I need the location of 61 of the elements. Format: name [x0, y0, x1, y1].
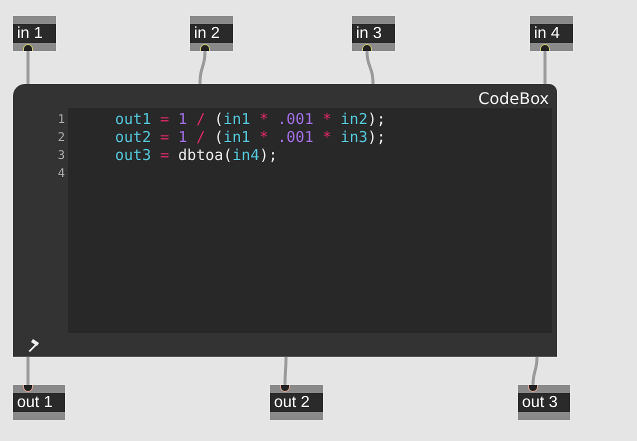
- line-number: 3: [58, 147, 66, 164]
- object-box[interactable]: out 3: [518, 385, 570, 420]
- object-box[interactable]: in 2: [190, 16, 233, 51]
- code-token: in1: [223, 110, 250, 128]
- code-token: *: [259, 128, 268, 146]
- code-token: in3: [340, 128, 368, 146]
- object-label: in 1: [13, 24, 56, 43]
- code-token: =: [160, 128, 170, 146]
- outlet-port[interactable]: [362, 44, 372, 51]
- object-box[interactable]: out 1: [13, 385, 65, 420]
- line-number: 4: [58, 165, 66, 182]
- object-label: out 2: [270, 393, 323, 412]
- object-label: in 4: [530, 24, 573, 43]
- code-token: =: [160, 146, 170, 164]
- line-number: 1: [58, 111, 66, 128]
- codebox-title: CodeBox: [478, 90, 549, 108]
- object-label: in 2: [190, 24, 233, 43]
- code-token: out1: [115, 110, 152, 128]
- code-token: in1: [223, 128, 250, 146]
- object-box[interactable]: in 1: [13, 16, 56, 51]
- code-token: *: [322, 128, 332, 146]
- code-token: /: [196, 110, 206, 128]
- outlet-port[interactable]: [23, 44, 33, 51]
- patch-cord[interactable]: [532, 356, 538, 386]
- code-token: *: [322, 110, 332, 128]
- object-label: in 3: [352, 24, 395, 43]
- inlet-port[interactable]: [23, 385, 33, 392]
- object-box[interactable]: out 2: [270, 385, 323, 420]
- code-token: out3: [115, 146, 152, 164]
- code-token: in2: [340, 110, 368, 128]
- patch-cord[interactable]: [198, 50, 206, 84]
- patch-cord[interactable]: [284, 356, 288, 386]
- patch-cord[interactable]: [366, 50, 374, 84]
- code-token: );: [368, 110, 386, 128]
- code-token: 1: [178, 110, 188, 128]
- patch-cord[interactable]: [26, 50, 30, 84]
- code-token: );: [259, 146, 278, 164]
- object-label: out 3: [518, 393, 570, 412]
- code-token: out2: [115, 128, 152, 146]
- patch-cord[interactable]: [544, 50, 546, 84]
- code-token: );: [368, 128, 386, 146]
- object-box[interactable]: in 3: [352, 16, 395, 51]
- code-token: dbtoa(: [178, 146, 232, 164]
- code-token: 1: [178, 128, 188, 146]
- code-token: =: [160, 110, 170, 128]
- outlet-port[interactable]: [540, 44, 550, 51]
- outlet-port[interactable]: [200, 44, 210, 51]
- code-token: (: [214, 128, 224, 146]
- code-token: /: [196, 128, 206, 146]
- code-token: (: [214, 110, 224, 128]
- object-box[interactable]: in 4: [530, 16, 573, 51]
- inlet-port[interactable]: [280, 385, 290, 392]
- inlet-port[interactable]: [528, 385, 538, 392]
- code-editor[interactable]: out1 = 1 / (in1 * .001 * in2); out2 = 1 / (in1 * .001 * in3); out3 = dbtoa(in4);: [68, 108, 552, 333]
- object-label: out 1: [13, 393, 65, 412]
- code-token: .001: [277, 110, 314, 128]
- codebox-panel[interactable]: CodeBox 1 2 3 4 out1 = 1 / (in1 * .001 * in2); out2 = 1 / (in1 * .001 * in3); out3 = dbtoa(in4);: [13, 84, 557, 357]
- line-number: 2: [58, 129, 66, 146]
- code-token: .001: [277, 128, 314, 146]
- code-token: *: [259, 110, 268, 128]
- code-token: in4: [232, 146, 260, 164]
